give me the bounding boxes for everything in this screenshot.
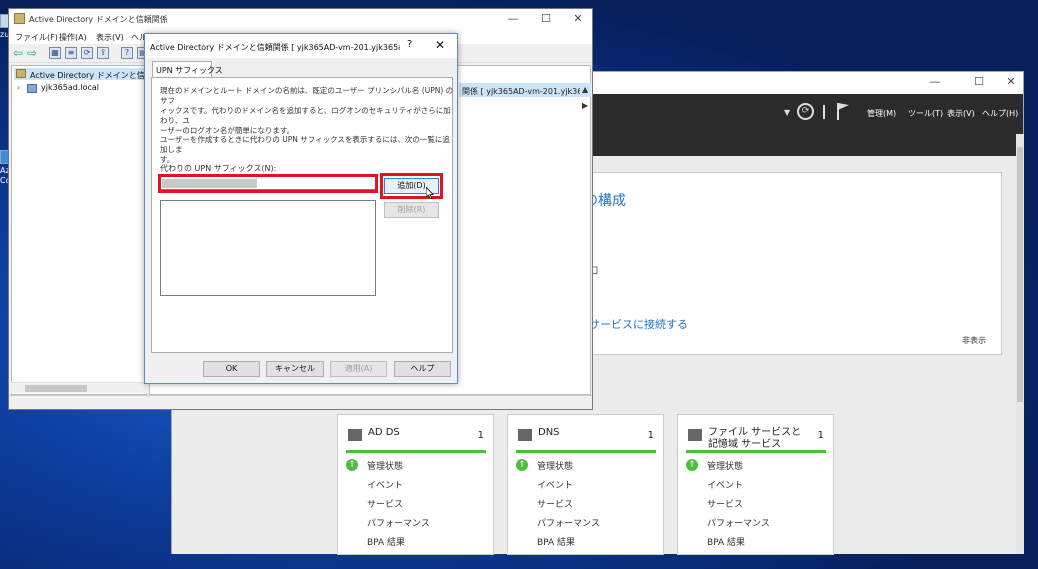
tile-header: DNS 1: [516, 423, 656, 453]
refresh-icon[interactable]: ⟳: [81, 47, 93, 59]
tile-title[interactable]: AD DS: [368, 427, 400, 439]
forward-icon[interactable]: ⇨: [27, 46, 37, 60]
status-ok-icon: ↑: [516, 459, 528, 471]
role-tile-file-services[interactable]: ファイル サービスと記憶域 サービス 1 ↑ 管理状態 イベント サービス パフ…: [677, 414, 834, 555]
apply-button[interactable]: 適用(A): [330, 361, 387, 377]
ad-ds-icon: [348, 429, 362, 441]
tree-horizontal-scrollbar[interactable]: [11, 382, 147, 393]
maximize-icon[interactable]: ☐: [972, 76, 986, 88]
status-ok-icon: ↑: [346, 459, 358, 471]
tile-title[interactable]: ファイル サービスと記憶域 サービス: [708, 427, 808, 451]
tree-root-node[interactable]: Active Directory ドメインと信頼関係: [14, 68, 169, 80]
tile-title[interactable]: DNS: [538, 427, 560, 439]
help-icon[interactable]: ?: [121, 47, 133, 59]
ad-window-titlebar[interactable]: Active Directory ドメインと信頼関係 — ☐ ✕: [9, 9, 592, 29]
menu-manage[interactable]: 管理(M): [867, 108, 896, 119]
dns-icon: [518, 429, 532, 441]
menu-action[interactable]: 操作(A): [59, 32, 87, 43]
back-icon[interactable]: ⇦: [13, 46, 23, 60]
tile-row-bpa[interactable]: BPA 結果: [367, 535, 405, 548]
description-line: ィックスです。代わりのドメイン名を追加すると、ログオンのセキュリティがさらに加わ…: [160, 106, 451, 125]
description-text: 現在のドメインとルート ドメインの名前は、既定のユーザー プリンシパル名 (UP…: [160, 86, 457, 136]
tile-count: 1: [817, 430, 824, 441]
show-tree-icon[interactable]: ▦: [49, 47, 61, 59]
ad-window-title: Active Directory ドメインと信頼関係: [29, 15, 168, 24]
details-header-text: 関係 [ yjk365AD-vm-201.yjk36...: [462, 87, 580, 96]
help-icon[interactable]: ?: [407, 39, 412, 50]
tile-row-bpa[interactable]: BPA 結果: [537, 535, 575, 548]
close-icon[interactable]: ✕: [571, 13, 585, 25]
hide-welcome-link[interactable]: 非表示: [962, 335, 986, 346]
expand-arrow-icon[interactable]: ▶: [582, 101, 588, 110]
help-button[interactable]: ヘルプ: [394, 361, 451, 377]
scrollbar-thumb[interactable]: [1017, 147, 1023, 402]
dialog-title: Active Directory ドメインと信頼関係 [ yjk365AD-vm…: [150, 43, 400, 52]
tile-header: ファイル サービスと記憶域 サービス 1: [686, 423, 826, 453]
highlight-box-input: [158, 174, 378, 193]
tile-row-performance[interactable]: パフォーマンス: [707, 516, 770, 529]
header-divider: [823, 105, 825, 119]
tile-count: 1: [477, 430, 484, 441]
tile-row-services[interactable]: サービス: [537, 497, 573, 510]
menu-view[interactable]: 表示(V): [96, 32, 124, 43]
console-tree: Active Directory ドメインと信頼関係 › yjk365ad.lo…: [11, 65, 169, 395]
refresh-icon[interactable]: ⟳: [797, 103, 814, 120]
tile-row-manageability[interactable]: 管理状態: [367, 459, 403, 472]
tile-row-services[interactable]: サービス: [367, 497, 403, 510]
tile-row-performance[interactable]: パフォーマンス: [537, 516, 600, 529]
description-line: 現在のドメインとルート ドメインの名前は、既定のユーザー プリンシパル名 (UP…: [160, 86, 454, 105]
mouse-pointer-icon: [426, 187, 434, 199]
instruction-text: ユーザーを作成するときに代わりの UPN サフィックスを表示するには、次の一覧に…: [160, 135, 457, 165]
scroll-up-icon[interactable]: ▲: [582, 85, 588, 94]
cloud-services-link[interactable]: サービスに接続する: [589, 316, 688, 332]
menu-tools[interactable]: ツール(T): [908, 108, 943, 119]
export-icon[interactable]: ⇪: [97, 47, 109, 59]
properties-dialog: Active Directory ドメインと信頼関係 [ yjk365AD-vm…: [144, 33, 458, 384]
status-bar: [9, 395, 592, 409]
tree-node-domain[interactable]: yjk365ad.local: [41, 83, 99, 92]
ad-trusts-icon: [16, 69, 26, 78]
tile-header: AD DS 1: [346, 423, 486, 453]
expand-chevron-icon[interactable]: ›: [17, 83, 20, 92]
menu-file[interactable]: ファイル(F): [15, 32, 58, 43]
tile-row-bpa[interactable]: BPA 結果: [707, 535, 745, 548]
tab-label: UPN サフィックス: [156, 66, 223, 75]
minimize-icon[interactable]: —: [928, 76, 942, 88]
tile-row-events[interactable]: イベント: [537, 478, 573, 491]
instruction-line: ユーザーを作成するときに代わりの UPN サフィックスを表示するには、次の一覧に…: [160, 135, 450, 154]
remove-button[interactable]: 削除(R): [384, 202, 439, 218]
nav-dropdown-icon[interactable]: ▼: [784, 108, 790, 117]
domain-icon: [27, 84, 37, 93]
scrollbar-thumb[interactable]: [25, 385, 87, 392]
tile-count: 1: [647, 430, 654, 441]
ok-button[interactable]: OK: [203, 361, 260, 377]
cancel-button[interactable]: キャンセル: [266, 361, 324, 377]
menu-view[interactable]: 表示(V): [947, 108, 975, 119]
ad-app-icon: [14, 13, 25, 24]
tile-row-manageability[interactable]: 管理状態: [537, 459, 573, 472]
tile-row-events[interactable]: イベント: [367, 478, 403, 491]
maximize-icon[interactable]: ☐: [539, 13, 553, 25]
role-tile-dns[interactable]: DNS 1 ↑ 管理状態 イベント サービス パフォーマンス BPA 結果: [507, 414, 664, 555]
upn-field-label: 代わりの UPN サフィックス(N):: [160, 164, 277, 173]
tile-row-services[interactable]: サービス: [707, 497, 743, 510]
list-icon[interactable]: ≡: [65, 47, 77, 59]
tile-row-manageability[interactable]: 管理状態: [707, 459, 743, 472]
minimize-icon[interactable]: —: [506, 13, 520, 25]
upn-suffix-list[interactable]: [160, 200, 376, 296]
close-icon[interactable]: ✕: [435, 38, 445, 52]
dialog-titlebar[interactable]: Active Directory ドメインと信頼関係 [ yjk365AD-vm…: [145, 34, 457, 58]
notifications-flag-icon[interactable]: [836, 102, 850, 120]
close-icon[interactable]: ✕: [1004, 76, 1018, 88]
tile-row-performance[interactable]: パフォーマンス: [367, 516, 430, 529]
file-services-icon: [688, 429, 702, 441]
role-tile-ad-ds[interactable]: AD DS 1 ↑ 管理状態 イベント サービス パフォーマンス BPA 結果: [337, 414, 494, 555]
tile-row-events[interactable]: イベント: [707, 478, 743, 491]
menu-help[interactable]: ヘルプ(H): [982, 108, 1018, 119]
status-ok-icon: ↑: [686, 459, 698, 471]
